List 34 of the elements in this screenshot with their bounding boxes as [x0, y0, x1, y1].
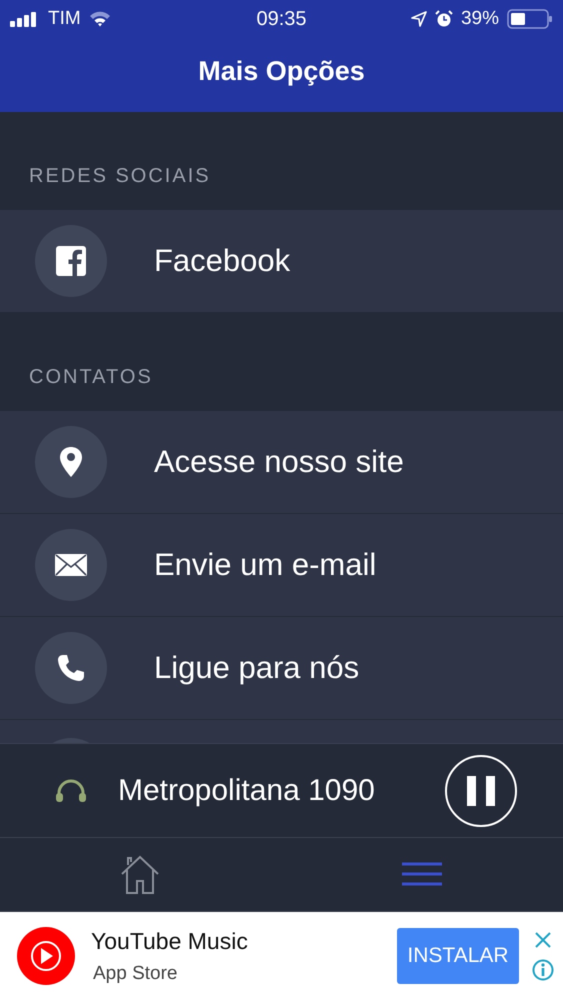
app-logo-icon: [17, 927, 75, 985]
menu-icon: [402, 862, 442, 888]
wifi-icon: [88, 11, 111, 27]
home-icon: [120, 854, 160, 894]
ad-title: YouTube Music: [91, 928, 249, 954]
facebook-icon: [56, 246, 86, 276]
ad-subtitle: App Store: [93, 962, 178, 984]
menu-item[interactable]: Envie um e-mail: [0, 514, 563, 617]
menu-item-label: Envie um e-mail: [154, 547, 376, 583]
station-name: Metropolitana 1090: [118, 774, 376, 808]
alarm-icon: [434, 10, 453, 28]
pause-button[interactable]: [445, 754, 517, 826]
headphones-icon: [55, 778, 87, 802]
phone-icon: [57, 654, 85, 682]
clock: 09:35: [256, 8, 307, 30]
location-pin-icon: [59, 446, 83, 478]
section-header: REDES SOCIAIS: [29, 165, 211, 188]
install-button[interactable]: INSTALAR: [397, 928, 519, 984]
close-icon[interactable]: [534, 931, 552, 949]
info-icon[interactable]: [532, 959, 554, 981]
section-header: CONTATOS: [29, 366, 153, 389]
menu-item[interactable]: Acesse nosso site: [0, 411, 563, 514]
location-arrow-icon: [410, 11, 427, 27]
menu-item-label: Acesse nosso site: [154, 444, 404, 480]
pause-icon: [467, 776, 495, 806]
battery-percent: 39%: [460, 8, 499, 30]
menu-item-label: Ligue para nós: [154, 650, 360, 686]
menu-item-label: Facebook: [154, 243, 290, 279]
menu-item[interactable]: Facebook: [0, 210, 563, 313]
battery-icon: [507, 9, 553, 29]
menu-item[interactable]: Ligue para nós: [0, 617, 563, 720]
carrier: TIM: [48, 8, 81, 30]
envelope-icon: [55, 554, 87, 576]
screen-title: Mais Opções: [197, 56, 366, 87]
